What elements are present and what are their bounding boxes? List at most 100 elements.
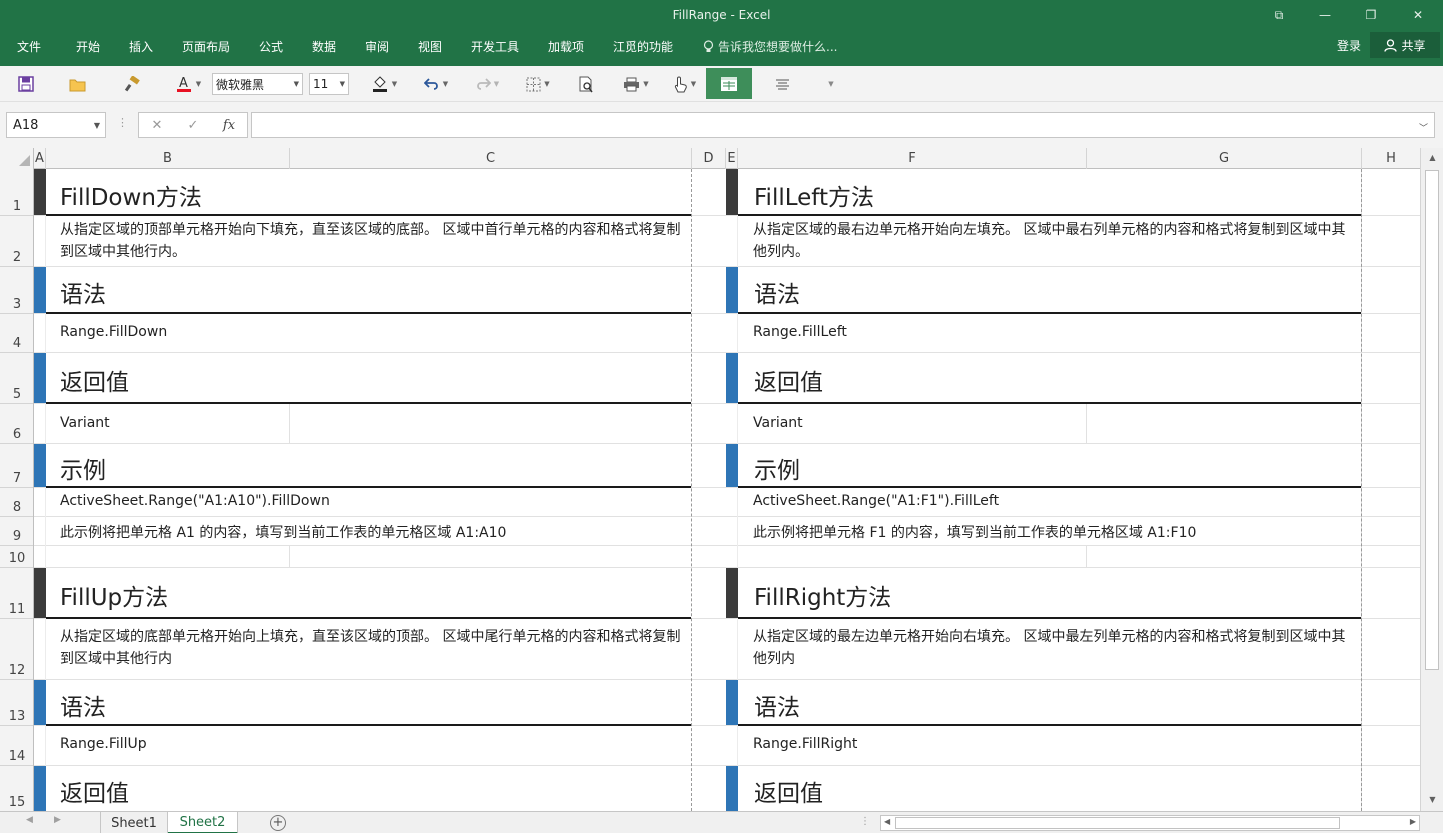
- ribbon-display-options-icon[interactable]: ⧉: [1264, 4, 1294, 26]
- row-header-9[interactable]: 9: [0, 517, 33, 546]
- cell-f8-example-code: ActiveSheet.Range("A1:F1").FillLeft: [753, 493, 1000, 509]
- scroll-down-icon[interactable]: ▼: [1426, 795, 1439, 807]
- row-header-15[interactable]: 15: [0, 766, 33, 811]
- cell-f3-syntax-heading: 语法: [754, 282, 800, 308]
- name-box[interactable]: A18 ▼: [6, 112, 106, 138]
- font-name-select[interactable]: 微软雅黑 ▼: [212, 73, 303, 95]
- row-header-13[interactable]: 13: [0, 680, 33, 726]
- cell-f13-syntax-heading: 语法: [754, 695, 800, 721]
- row-header-6[interactable]: 6: [0, 404, 33, 444]
- font-color-button[interactable]: A ▼: [170, 71, 206, 97]
- select-all-button[interactable]: [0, 148, 34, 169]
- formula-input[interactable]: ﹀: [251, 112, 1435, 138]
- subheading-accent-bar: [34, 353, 46, 403]
- row-header-5[interactable]: 5: [0, 353, 33, 404]
- tab-view[interactable]: 视图: [418, 38, 442, 55]
- vertical-scroll-thumb[interactable]: [1425, 170, 1439, 670]
- minimize-icon[interactable]: —: [1310, 4, 1340, 26]
- format-painter-icon[interactable]: [120, 71, 144, 97]
- heading-accent-bar: [34, 169, 46, 215]
- row-header-7[interactable]: 7: [0, 444, 33, 488]
- page-layout-view-button[interactable]: [706, 68, 752, 99]
- row-header-1[interactable]: 1: [0, 169, 33, 216]
- add-sheet-icon[interactable]: +: [270, 815, 286, 831]
- open-folder-icon[interactable]: [66, 71, 90, 97]
- chevron-down-icon: ▼: [442, 80, 449, 88]
- cell-b2-description: 从指定区域的顶部单元格开始向下填充，直至该区域的底部。 区域中首行单元格的内容和…: [60, 222, 681, 260]
- worksheet-grid[interactable]: FillDown方法 从指定区域的顶部单元格开始向下填充，直至该区域的底部。 区…: [34, 169, 1420, 811]
- hand-pointer-icon: [674, 75, 687, 92]
- row-header-3[interactable]: 3: [0, 267, 33, 314]
- tab-developer[interactable]: 开发工具: [471, 38, 519, 55]
- close-icon[interactable]: ✕: [1403, 4, 1433, 26]
- scroll-up-icon[interactable]: ▲: [1426, 153, 1439, 165]
- align-icon[interactable]: [770, 71, 794, 97]
- row-header-4[interactable]: 4: [0, 314, 33, 353]
- cell-b15-return-heading: 返回值: [60, 781, 129, 807]
- sheet-tab-sheet1[interactable]: Sheet1: [100, 812, 168, 833]
- fill-color-button[interactable]: ▼: [366, 71, 402, 97]
- previous-sheet-icon[interactable]: ◀: [26, 815, 33, 825]
- heading-accent-bar: [726, 568, 738, 618]
- tell-me-box[interactable]: 告诉我您想要做什么...: [703, 38, 837, 55]
- login-link[interactable]: 登录: [1337, 37, 1361, 54]
- redo-button[interactable]: ▼: [469, 71, 505, 97]
- tab-split-handle-icon[interactable]: ⋮: [860, 816, 870, 827]
- tab-insert[interactable]: 插入: [129, 38, 153, 55]
- column-header-f[interactable]: F: [738, 148, 1087, 169]
- chevron-down-icon: ▼: [391, 80, 398, 88]
- tab-data[interactable]: 数据: [312, 38, 336, 55]
- font-size-select[interactable]: 11 ▼: [309, 73, 349, 95]
- undo-button[interactable]: ▼: [418, 71, 454, 97]
- tab-formulas[interactable]: 公式: [259, 38, 283, 55]
- horizontal-scrollbar[interactable]: ◀ ▶: [880, 815, 1420, 831]
- column-header-b[interactable]: B: [46, 148, 290, 169]
- share-button[interactable]: 共享: [1370, 32, 1440, 58]
- lightbulb-icon: [703, 40, 714, 52]
- tell-me-text: 告诉我您想要做什么...: [718, 40, 838, 54]
- touch-mode-button[interactable]: ▼: [667, 71, 703, 97]
- subheading-accent-bar: [34, 766, 46, 811]
- column-header-a[interactable]: A: [34, 148, 46, 169]
- column-header-e[interactable]: E: [726, 148, 738, 169]
- enter-icon[interactable]: ✓: [175, 118, 211, 133]
- share-label: 共享: [1401, 38, 1426, 53]
- insert-function-icon[interactable]: fx: [211, 118, 247, 133]
- customize-toolbar-icon[interactable]: ▼: [824, 71, 838, 97]
- save-icon[interactable]: [14, 71, 38, 97]
- subheading-accent-bar: [34, 680, 46, 725]
- column-header-g[interactable]: G: [1087, 148, 1362, 169]
- column-header-c[interactable]: C: [290, 148, 692, 169]
- printer-icon: [624, 77, 640, 91]
- tab-file[interactable]: 文件: [17, 38, 41, 55]
- row-header-8[interactable]: 8: [0, 488, 33, 517]
- scroll-left-icon[interactable]: ◀: [884, 817, 890, 826]
- vertical-scrollbar[interactable]: ▲ ▼: [1420, 148, 1443, 811]
- row-header-11[interactable]: 11: [0, 568, 33, 619]
- tab-custom[interactable]: 江觅的功能: [613, 38, 673, 55]
- tab-add-ins[interactable]: 加载项: [548, 38, 584, 55]
- tab-review[interactable]: 审阅: [365, 38, 389, 55]
- scroll-right-icon[interactable]: ▶: [1410, 817, 1416, 826]
- chevron-down-icon: ▼: [293, 80, 299, 88]
- horizontal-scroll-thumb[interactable]: [895, 817, 1340, 829]
- tab-home[interactable]: 开始: [76, 38, 100, 55]
- row-header-14[interactable]: 14: [0, 726, 33, 766]
- print-preview-icon[interactable]: [574, 71, 598, 97]
- borders-button[interactable]: ▼: [520, 71, 556, 97]
- cell-b11-title: FillUp方法: [60, 585, 169, 611]
- row-header-10[interactable]: 10: [0, 546, 33, 568]
- cancel-icon[interactable]: ✕: [139, 118, 175, 133]
- sheet-tab-sheet2[interactable]: Sheet2: [168, 812, 238, 833]
- row-header-12[interactable]: 12: [0, 619, 33, 680]
- subheading-accent-bar: [726, 766, 738, 811]
- tab-page-layout[interactable]: 页面布局: [182, 38, 230, 55]
- restore-icon[interactable]: ❐: [1356, 4, 1386, 26]
- column-header-h[interactable]: H: [1362, 148, 1420, 169]
- expand-formula-bar-icon[interactable]: ﹀: [1419, 121, 1428, 134]
- row-header-2[interactable]: 2: [0, 216, 33, 267]
- column-header-d[interactable]: D: [692, 148, 726, 169]
- subheading-accent-bar: [34, 267, 46, 313]
- print-button[interactable]: ▼: [618, 71, 654, 97]
- next-sheet-icon[interactable]: ▶: [54, 815, 61, 825]
